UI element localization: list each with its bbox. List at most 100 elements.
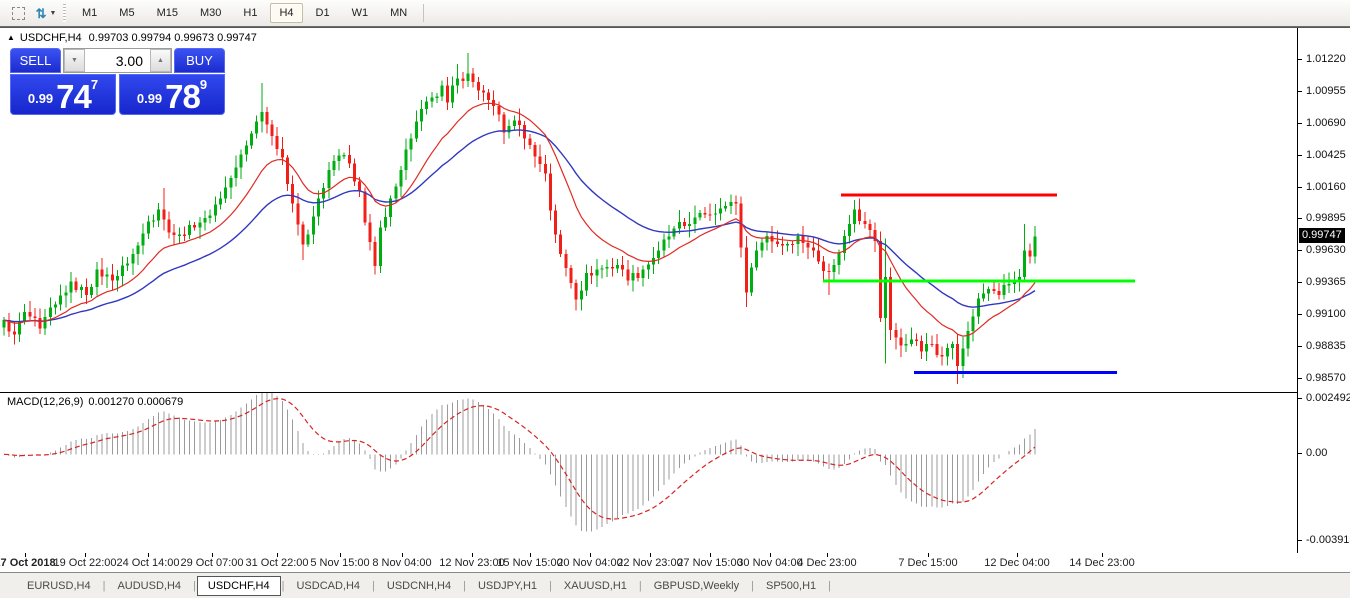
time-axis-label: 17 Oct 2018 [0,557,56,569]
sell-price-box[interactable]: 0.99 74 7 [10,74,116,115]
price-tick [1298,155,1302,156]
chart-tab-usdjpy[interactable]: USDJPY,H1 [467,576,548,596]
price-tick [1298,218,1302,219]
price-axis-label: 1.00690 [1306,117,1346,129]
volume-decrease-button[interactable]: ▼ [64,49,85,72]
timeframe-button-m15[interactable]: M15 [148,3,187,23]
time-axis-label: 24 Oct 14:00 [117,557,180,569]
arrange-arrows-icon: ⇅ [36,7,47,20]
macd-tick [1298,540,1302,541]
buy-price-sup: 9 [200,77,207,92]
price-tick [1298,59,1302,60]
price-axis[interactable]: 1.012201.009551.006901.004251.001600.998… [1297,28,1350,554]
time-axis-label: 5 Nov 15:00 [310,557,369,569]
price-axis-label: 1.00955 [1306,85,1346,97]
tab-separator: | [549,580,552,592]
buy-price-box[interactable]: 0.99 78 9 [119,74,225,115]
time-axis-label: 7 Dec 15:00 [898,557,957,569]
time-axis-label: 20 Nov 04:00 [557,557,622,569]
chart-title: ▲USDCHF,H40.99703 0.99794 0.99673 0.9974… [7,32,257,44]
toolbar-separator [423,4,424,22]
macd-tick [1298,398,1302,399]
volume-increase-button[interactable]: ▲ [150,49,171,72]
chart-tab-sp500[interactable]: SP500,H1 [755,576,827,596]
arrange-charts-button[interactable]: ⇅ ▼ [33,2,59,25]
collapse-panel-icon[interactable]: ▲ [7,33,15,42]
toolbar-grip[interactable] [63,4,66,22]
macd-indicator-label: MACD(12,26,9) 0.001270 0.000679 [7,396,183,408]
price-tick [1298,91,1302,92]
time-axis-label: 12 Dec 04:00 [984,557,1049,569]
time-axis-label: 30 Nov 04:00 [737,557,802,569]
price-tick [1298,378,1302,379]
one-click-trade-panel: SELL ▼ ▲ BUY 0.99 74 7 0.99 78 9 [10,48,225,115]
macd-axis-label: 0.002492 [1306,392,1350,404]
time-axis[interactable]: 17 Oct 201819 Oct 22:0024 Oct 14:0029 Oc… [0,553,1350,572]
time-axis-label: 27 Nov 15:00 [677,557,742,569]
sell-price-small: 0.99 [28,91,53,106]
chart-tabs-bar: EURUSD,H4|AUDUSD,H4|USDCHF,H4|USDCAD,H4|… [0,572,1350,598]
macd-axis-label: 0.00 [1306,447,1327,459]
chart-shift-button[interactable] [5,2,31,25]
tab-separator: | [751,580,754,592]
chart-shift-icon [12,7,25,20]
macd-pane[interactable] [0,392,1297,555]
timeframe-button-h4[interactable]: H4 [270,3,302,23]
price-tick [1298,123,1302,124]
time-axis-label: 15 Nov 15:00 [497,557,562,569]
time-axis-label: 8 Nov 04:00 [372,557,431,569]
time-axis-label: 12 Nov 23:00 [439,557,504,569]
price-axis-label: 0.99365 [1306,276,1346,288]
time-axis-label: 14 Dec 23:00 [1069,557,1134,569]
macd-name: MACD(12,26,9) [7,396,83,408]
buy-price-big: 78 [165,83,200,110]
chevron-down-icon: ▼ [49,10,56,17]
timeframe-group: M1M5M15M30H1H4D1W1MN [71,3,418,23]
top-toolbar: ⇅ ▼ M1M5M15M30H1H4D1W1MN [0,0,1350,27]
current-price-badge: 0.99747 [1299,228,1345,243]
timeframe-button-w1[interactable]: W1 [343,3,378,23]
timeframe-button-m5[interactable]: M5 [110,3,143,23]
chart-tab-xauusd[interactable]: XAUUSD,H1 [553,576,638,596]
chart-tab-eurusd[interactable]: EURUSD,H4 [16,576,102,596]
tab-separator: | [639,580,642,592]
mt4-window: ⇅ ▼ M1M5M15M30H1H4D1W1MN ▲USDCHF,H40.997… [0,0,1350,598]
price-axis-label: 0.99630 [1306,244,1346,256]
time-axis-label: 19 Oct 22:00 [54,557,117,569]
time-axis-label: 31 Oct 22:00 [246,557,309,569]
volume-input[interactable] [85,49,150,72]
price-axis-label: 1.01220 [1306,53,1346,65]
price-axis-label: 0.98570 [1306,372,1346,384]
price-axis-label: 1.00160 [1306,181,1346,193]
price-tick [1298,250,1302,251]
sell-price-sup: 7 [91,77,98,92]
price-axis-label: 0.99100 [1306,308,1346,320]
sell-price-big: 74 [56,83,91,110]
time-axis-label: 29 Oct 07:00 [181,557,244,569]
buy-price-small: 0.99 [137,91,162,106]
volume-control: ▼ ▲ [63,48,172,73]
symbol-label: USDCHF,H4 [20,32,82,44]
chart-tab-usdchf[interactable]: USDCHF,H4 [197,576,281,596]
price-tick [1298,314,1302,315]
timeframe-button-d1[interactable]: D1 [307,3,339,23]
buy-button[interactable]: BUY [174,48,225,73]
chart-tab-audusd[interactable]: AUDUSD,H4 [106,576,192,596]
chart-tab-gbpusd[interactable]: GBPUSD,Weekly [643,576,750,596]
sell-button[interactable]: SELL [10,48,61,73]
tab-separator: | [372,580,375,592]
macd-values: 0.001270 0.000679 [88,396,183,408]
timeframe-button-mn[interactable]: MN [381,3,416,23]
chart-tab-usdcnh[interactable]: USDCNH,H4 [376,576,462,596]
macd-axis-label: -0.003913 [1306,534,1350,546]
timeframe-button-m1[interactable]: M1 [73,3,106,23]
time-axis-label: 4 Dec 23:00 [797,557,856,569]
chart-tab-usdcad[interactable]: USDCAD,H4 [285,576,371,596]
timeframe-button-h1[interactable]: H1 [234,3,266,23]
tab-separator: | [103,580,106,592]
price-tick [1298,346,1302,347]
price-tick [1298,282,1302,283]
tab-separator: | [282,580,285,592]
timeframe-button-m30[interactable]: M30 [191,3,230,23]
macd-tick [1298,453,1302,454]
